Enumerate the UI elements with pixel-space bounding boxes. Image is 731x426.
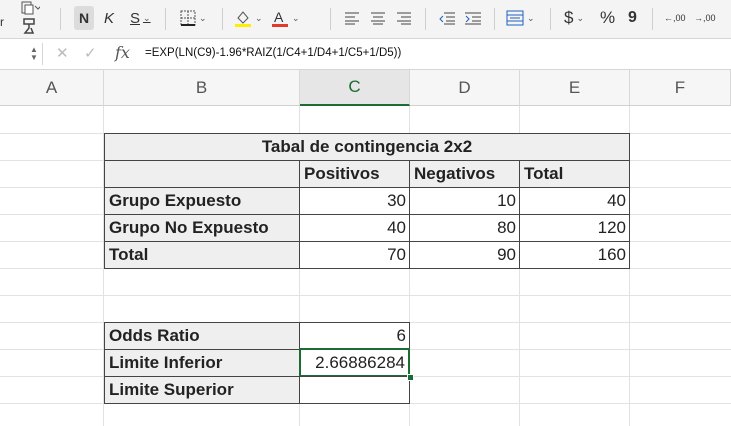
toolbar-divider xyxy=(550,8,551,30)
align-right-icon xyxy=(397,12,411,25)
increase-indent-icon xyxy=(465,12,481,25)
table-cell[interactable]: 40 xyxy=(299,214,410,242)
align-left-icon xyxy=(345,12,359,25)
currency-label: $ xyxy=(564,8,574,27)
column-header-d[interactable]: D xyxy=(410,70,520,106)
lower-limit-value-selected[interactable]: 2.66886284 xyxy=(299,348,410,377)
chevron-down-icon: ▼ xyxy=(30,53,38,62)
table-cell[interactable]: 120 xyxy=(519,214,630,242)
font-color-icon: A xyxy=(272,9,288,27)
formula-input[interactable]: =EXP(LN(C9)-1.96*RAIZ(1/C4+1/D4+1/C5+1/D… xyxy=(145,47,401,59)
column-header-f[interactable]: F xyxy=(630,70,731,106)
column-header-a[interactable]: A xyxy=(0,70,104,106)
format-painter-icon[interactable] xyxy=(20,14,40,38)
chevron-down-icon: ⌄ xyxy=(576,12,585,23)
bold-button[interactable]: N xyxy=(74,6,94,30)
odds-ratio-value[interactable]: 6 xyxy=(299,322,410,350)
formula-bar: ▲ ▼ ✕ ✓ fx =EXP(LN(C9)-1.96*RAIZ(1/C4+1/D… xyxy=(0,39,731,70)
cancel-icon[interactable]: ✕ xyxy=(56,44,69,62)
header-positivos[interactable]: Positivos xyxy=(299,160,410,188)
table-cell[interactable]: 90 xyxy=(409,241,520,269)
align-left-button[interactable] xyxy=(344,6,360,30)
increase-decimal-button[interactable]: → ,00 xyxy=(694,6,716,30)
gridline xyxy=(0,295,731,296)
name-box-stepper[interactable]: ▲ ▼ xyxy=(30,46,38,62)
table-cell[interactable]: 10 xyxy=(409,187,520,215)
decrease-indent-button[interactable] xyxy=(438,6,456,30)
upper-limit-value[interactable] xyxy=(299,376,410,404)
ribbon-toolbar: r N K S ⌄ ⌄ ⌄ A ⌄ ⌄ $ ⌄ % 9 ← ,00 → ,00 xyxy=(0,0,731,39)
table-title[interactable]: Tabal de contingencia 2x2 xyxy=(104,133,630,161)
underline-button[interactable]: S ⌄ xyxy=(130,6,151,30)
toolbar-divider xyxy=(425,8,426,30)
toolbar-divider xyxy=(330,8,331,30)
increase-decimal-label: ,00 xyxy=(703,12,716,23)
increase-indent-button[interactable] xyxy=(464,6,482,30)
column-header-c[interactable]: C xyxy=(300,70,410,106)
table-cell[interactable]: 70 xyxy=(299,241,410,269)
header-total[interactable]: Total xyxy=(519,160,630,188)
row-label-no-expuesto[interactable]: Grupo No Expuesto xyxy=(104,214,300,242)
row-label-expuesto[interactable]: Grupo Expuesto xyxy=(104,187,300,215)
table-cell[interactable]: 80 xyxy=(409,214,520,242)
merge-center-button[interactable]: ⌄ xyxy=(506,6,535,30)
column-header-e[interactable]: E xyxy=(520,70,630,106)
fill-color-button[interactable]: ⌄ xyxy=(234,6,263,30)
align-center-icon xyxy=(371,12,385,25)
comma-style-button[interactable]: 9 xyxy=(628,6,637,30)
svg-text:A: A xyxy=(274,9,284,25)
upper-limit-label[interactable]: Limite Superior xyxy=(104,376,300,404)
header-negativos[interactable]: Negativos xyxy=(409,160,520,188)
toolbar-divider xyxy=(652,8,653,30)
chevron-down-icon: ⌄ xyxy=(292,12,300,23)
name-box[interactable]: ▲ ▼ xyxy=(0,43,43,65)
font-color-button[interactable]: A ⌄ xyxy=(271,6,300,30)
decrease-decimal-label: ,00 xyxy=(673,12,686,23)
arrow-right-icon: → xyxy=(694,12,703,23)
table-cell[interactable]: 30 xyxy=(299,187,410,215)
underline-label: S xyxy=(130,9,141,27)
table-corner-cell[interactable] xyxy=(104,160,300,188)
odds-ratio-label[interactable]: Odds Ratio xyxy=(104,322,300,350)
fill-handle[interactable] xyxy=(407,374,414,381)
column-header-b[interactable]: B xyxy=(104,70,300,106)
chevron-down-icon: ⌄ xyxy=(199,12,207,23)
toolbar-divider xyxy=(165,8,166,30)
arrow-left-icon: ← xyxy=(664,12,673,23)
chevron-down-icon: ⌄ xyxy=(527,12,535,23)
toolbar-divider xyxy=(222,8,223,30)
decrease-indent-icon xyxy=(439,12,455,25)
decrease-decimal-button[interactable]: ← ,00 xyxy=(664,6,686,30)
table-cell[interactable]: 160 xyxy=(519,241,630,269)
italic-button[interactable]: K xyxy=(104,6,114,30)
row-label-total[interactable]: Total xyxy=(104,241,300,269)
toolbar-divider xyxy=(60,8,61,30)
table-cell[interactable]: 40 xyxy=(519,187,630,215)
insert-function-icon[interactable]: fx xyxy=(115,43,130,62)
borders-icon xyxy=(180,10,196,26)
confirm-icon[interactable]: ✓ xyxy=(84,44,97,62)
lower-limit-label[interactable]: Limite Inferior xyxy=(104,349,300,377)
chevron-down-icon: ⌄ xyxy=(143,12,151,23)
toolbar-divider xyxy=(494,8,495,30)
ribbon-fragment: r xyxy=(0,15,4,29)
merge-center-icon xyxy=(506,10,524,26)
currency-button[interactable]: $ ⌄ xyxy=(564,6,584,30)
chevron-down-icon: ⌄ xyxy=(255,12,263,23)
fill-color-icon xyxy=(235,11,251,27)
align-center-button[interactable] xyxy=(370,6,386,30)
align-right-button[interactable] xyxy=(396,6,412,30)
percent-button[interactable]: % xyxy=(600,6,615,30)
borders-button[interactable]: ⌄ xyxy=(180,6,207,30)
